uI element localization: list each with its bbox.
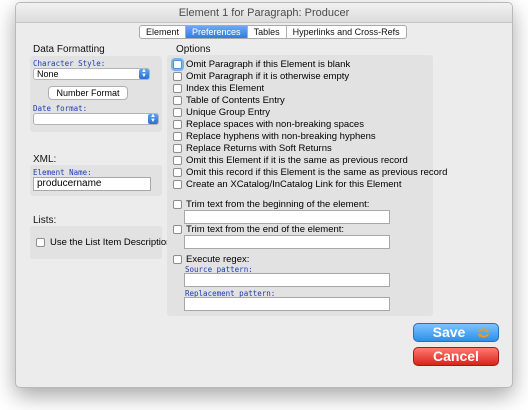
- character-style-label: Character Style:: [33, 59, 106, 68]
- omit-element-same-checkbox[interactable]: [173, 156, 182, 165]
- save-button[interactable]: Save: [413, 323, 499, 342]
- execute-regex-checkbox[interactable]: [173, 255, 182, 264]
- omit-paragraph-blank-checkbox[interactable]: [173, 60, 182, 69]
- options-title: Options: [176, 44, 211, 55]
- element-name-input[interactable]: producername: [33, 177, 151, 191]
- window-title: Element 1 for Paragraph: Producer: [16, 3, 512, 23]
- chevron-updown-icon: ▲ ▼: [148, 113, 158, 124]
- replace-hyphens-label: Replace hyphens with non-breaking hyphen…: [186, 131, 376, 142]
- omit-record-same-checkbox[interactable]: [173, 168, 182, 177]
- index-element-label: Index this Element: [186, 83, 265, 94]
- toc-entry-checkbox[interactable]: [173, 96, 182, 105]
- xcatalog-link-label: Create an XCatalog/InCatalog Link for th…: [186, 179, 402, 190]
- date-format-label: Date format:: [33, 104, 88, 113]
- tab-bar: Element Preferences Tables Hyperlinks an…: [139, 25, 407, 39]
- omit-paragraph-blank-label: Omit Paragraph if this Element is blank: [186, 59, 351, 70]
- data-formatting-title: Data Formatting: [33, 44, 105, 55]
- options-group: Omit Paragraph if this Element is blank …: [167, 55, 447, 316]
- source-pattern-input[interactable]: [184, 273, 390, 287]
- replace-returns-label: Replace Returns with Soft Returns: [186, 143, 332, 154]
- save-button-label: Save: [432, 324, 466, 340]
- dialog-window: Element 1 for Paragraph: Producer Elemen…: [15, 2, 513, 388]
- execute-regex-label: Execute regex:: [186, 254, 250, 265]
- trim-begin-input[interactable]: [184, 210, 390, 224]
- lists-title: Lists:: [33, 215, 57, 226]
- cancel-button[interactable]: Cancel: [413, 347, 499, 366]
- replacement-pattern-input[interactable]: [184, 297, 390, 311]
- tab-element[interactable]: Element: [140, 26, 187, 38]
- character-style-value: None: [37, 69, 59, 79]
- trim-begin-label: Trim text from the beginning of the elem…: [186, 199, 370, 210]
- data-formatting-group: Character Style: None ▲ ▼ Number Format D…: [30, 56, 162, 132]
- toc-entry-label: Table of Contents Entry: [186, 95, 285, 106]
- number-format-button[interactable]: Number Format: [48, 86, 128, 100]
- tab-hyperlinks[interactable]: Hyperlinks and Cross-Refs: [287, 26, 406, 38]
- tab-preferences[interactable]: Preferences: [186, 26, 248, 38]
- element-name-label: Element Name:: [33, 168, 92, 177]
- xcatalog-link-checkbox[interactable]: [173, 180, 182, 189]
- chevron-updown-icon: ▲ ▼: [139, 68, 149, 79]
- xml-group: Element Name: producername: [30, 165, 162, 196]
- replace-spaces-checkbox[interactable]: [173, 120, 182, 129]
- date-format-select[interactable]: ▲ ▼: [33, 113, 159, 125]
- trim-end-input[interactable]: [184, 235, 390, 249]
- lists-group: Use the List Item Description: [30, 226, 171, 259]
- use-list-item-description-checkbox[interactable]: [36, 238, 45, 247]
- omit-paragraph-empty-label: Omit Paragraph if it is otherwise empty: [186, 71, 350, 82]
- character-style-select[interactable]: None ▲ ▼: [33, 68, 150, 80]
- omit-record-same-label: Omit this record if this Element is the …: [186, 167, 448, 178]
- unique-group-entry-label: Unique Group Entry: [186, 107, 270, 118]
- unique-group-entry-checkbox[interactable]: [173, 108, 182, 117]
- index-element-checkbox[interactable]: [173, 84, 182, 93]
- sync-icon: [477, 328, 490, 338]
- replace-returns-checkbox[interactable]: [173, 144, 182, 153]
- trim-end-label: Trim text from the end of the element:: [186, 224, 345, 235]
- replace-hyphens-checkbox[interactable]: [173, 132, 182, 141]
- trim-begin-checkbox[interactable]: [173, 200, 182, 209]
- xml-title: XML:: [33, 154, 57, 165]
- replace-spaces-label: Replace spaces with non-breaking spaces: [186, 119, 364, 130]
- omit-paragraph-empty-checkbox[interactable]: [173, 72, 182, 81]
- use-list-item-description-label: Use the List Item Description: [50, 237, 172, 248]
- trim-end-checkbox[interactable]: [173, 225, 182, 234]
- tab-tables[interactable]: Tables: [248, 26, 287, 38]
- omit-element-same-label: Omit this Element if it is the same as p…: [186, 155, 408, 166]
